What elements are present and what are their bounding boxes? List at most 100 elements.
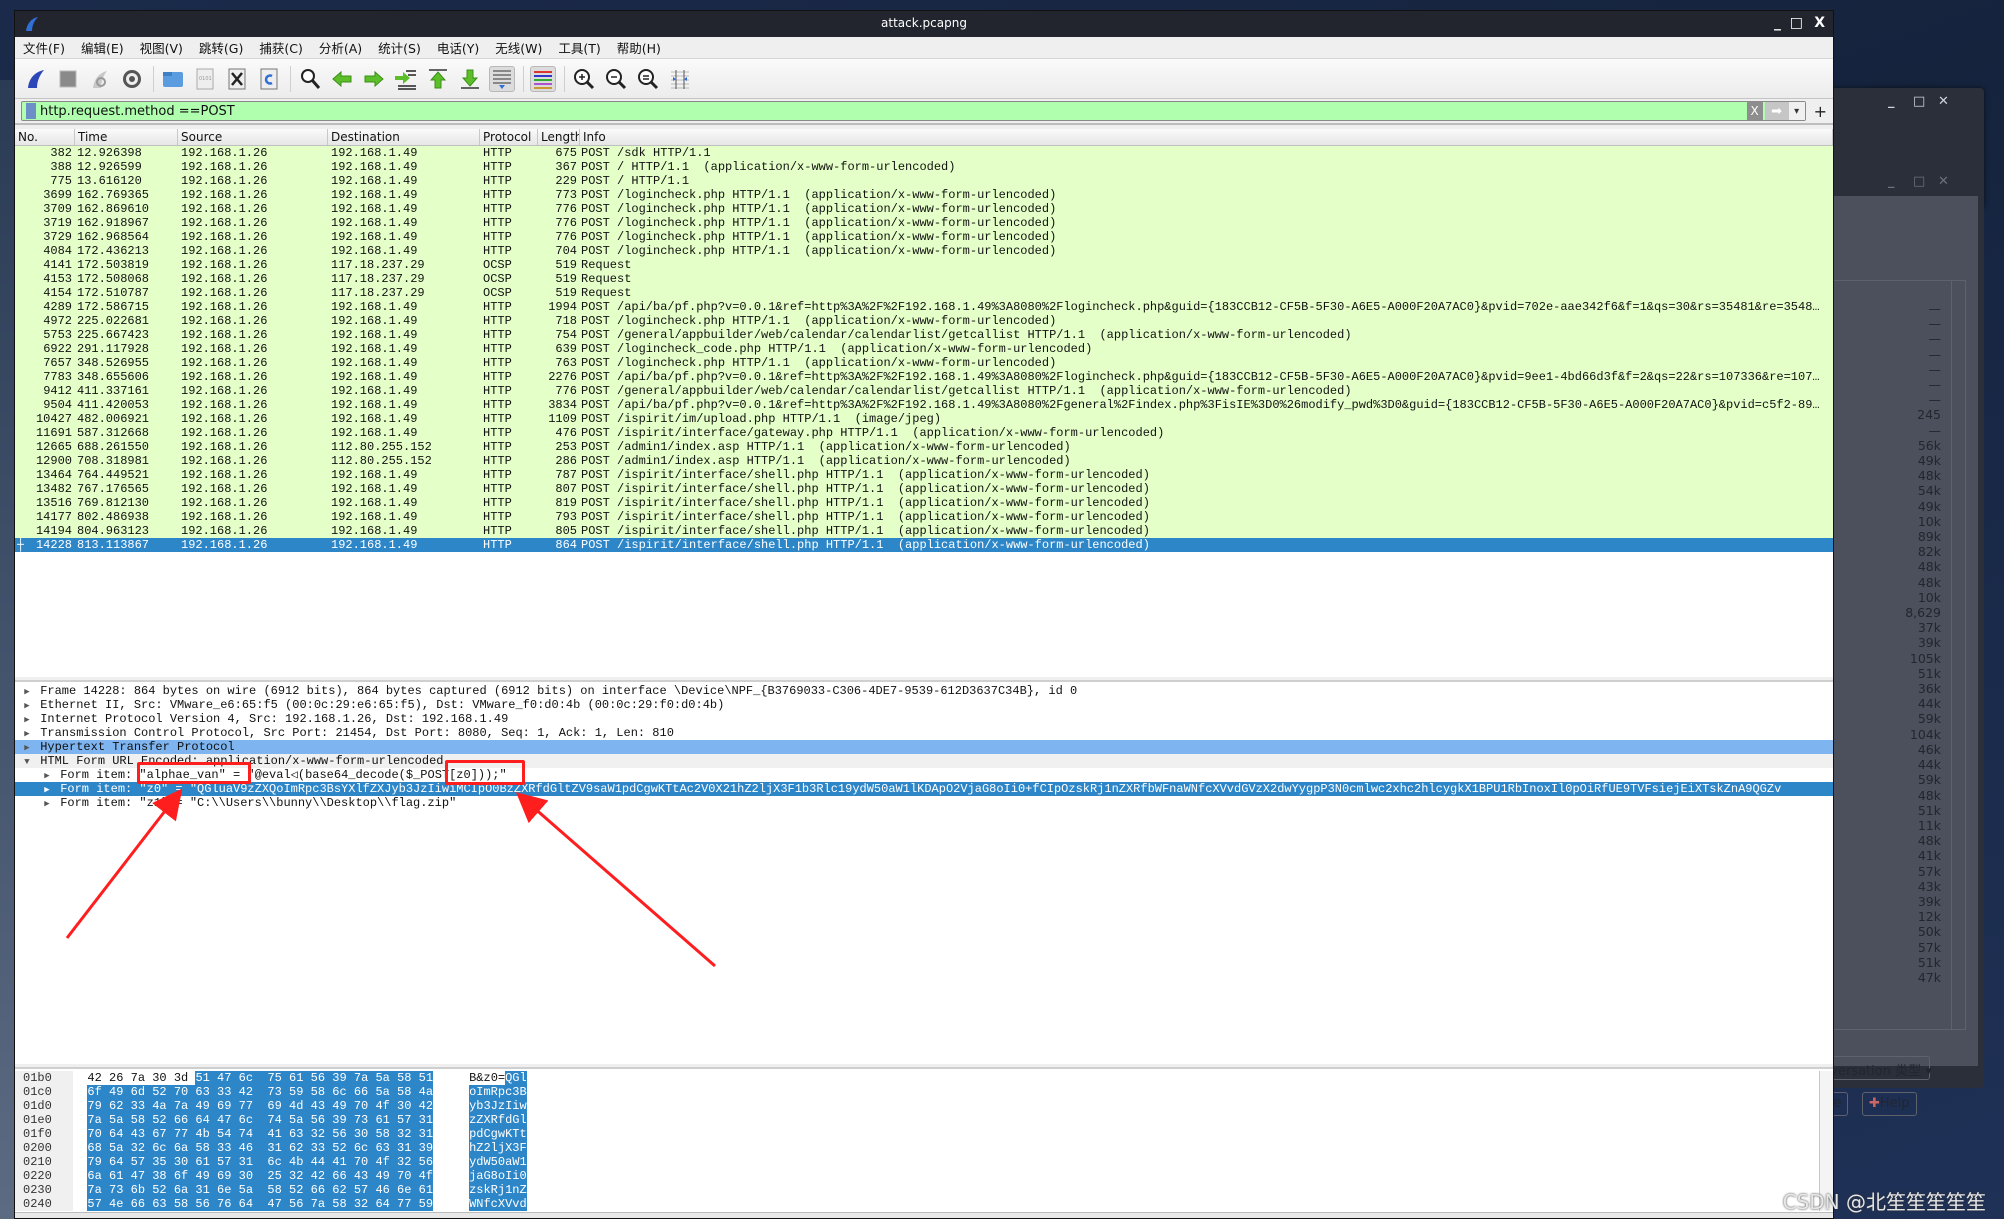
bookmark-icon[interactable] xyxy=(26,103,36,119)
hex-bytes-selected[interactable]: 7a 73 6b 52 6a 31 6e 5a 58 52 66 62 57 4… xyxy=(87,1183,434,1197)
hex-bytes-selected[interactable]: 6a 61 47 38 6f 49 69 30 25 32 42 66 43 4… xyxy=(87,1169,434,1183)
packet-row[interactable]: 14228 813.113867 192.168.1.26 192.168.1.49 H… xyxy=(15,538,1833,552)
hex-offset[interactable]: 01d0 xyxy=(15,1099,73,1113)
go-last-packet-icon[interactable] xyxy=(457,66,483,92)
menu-item[interactable]: 帮助(H) xyxy=(617,38,661,57)
packet-row[interactable]: 7783 348.655606 192.168.1.26 192.168.1.49 HT… xyxy=(15,370,1833,384)
column-header-length[interactable]: Length xyxy=(538,129,580,145)
maximize-button[interactable]: □ xyxy=(1790,15,1803,31)
ascii-selected[interactable]: hZ2ljX3F xyxy=(469,1141,527,1155)
go-back-arrow-icon[interactable] xyxy=(329,66,355,92)
menu-item[interactable]: 视图(V) xyxy=(140,38,183,57)
display-filter-input[interactable] xyxy=(40,103,1747,119)
close-file-icon[interactable] xyxy=(224,66,250,92)
find-magnifier-icon[interactable] xyxy=(297,66,323,92)
hex-offset[interactable]: 0210 xyxy=(15,1155,73,1169)
packet-row[interactable]: 9504 411.420053 192.168.1.26 192.168.1.49 HT… xyxy=(15,398,1833,412)
ascii-selected[interactable]: QGl xyxy=(505,1071,527,1085)
packet-row[interactable]: 5753 225.667423 192.168.1.26 192.168.1.49 HT… xyxy=(15,328,1833,342)
hex-bytes-selected[interactable]: 51 47 6c 75 61 56 39 7a 5a 58 51 xyxy=(195,1071,434,1085)
close-icon[interactable]: ✕ xyxy=(1938,94,1949,109)
ascii-selected[interactable]: oImRpc3B xyxy=(469,1085,527,1099)
packet-row[interactable]: 4289 172.586715 192.168.1.26 192.168.1.49 HT… xyxy=(15,300,1833,314)
open-folder-icon[interactable] xyxy=(160,66,186,92)
help-button[interactable]: ✚Help xyxy=(1862,1092,1917,1116)
hex-bytes-selected[interactable]: 57 4e 66 63 58 56 76 64 47 56 7a 58 32 6… xyxy=(87,1197,434,1211)
menu-item[interactable]: 文件(F) xyxy=(23,38,65,57)
packet-row[interactable]: 4153 172.508068 192.168.1.26 117.18.237.29 O… xyxy=(15,272,1833,286)
packet-row[interactable]: 12900 708.318981 192.168.1.26 112.80.255.15… xyxy=(15,454,1833,468)
packet-row[interactable]: 3729 162.968564 192.168.1.26 192.168.1.49 HT… xyxy=(15,230,1833,244)
packet-row[interactable]: 4084 172.436213 192.168.1.26 192.168.1.49 HT… xyxy=(15,244,1833,258)
hex-offset[interactable]: 01c0 xyxy=(15,1085,73,1099)
resize-columns-icon[interactable] xyxy=(667,66,693,92)
menu-item[interactable]: 电话(Y) xyxy=(437,38,479,57)
hex-bytes-selected[interactable]: 7a 5a 58 52 66 64 47 6c 74 5a 56 39 73 6… xyxy=(87,1113,434,1127)
menu-item[interactable]: 捕获(C) xyxy=(259,38,302,57)
column-header-destination[interactable]: Destination xyxy=(328,129,480,145)
packet-row[interactable]: 4141 172.503819 192.168.1.26 117.18.237.29 O… xyxy=(15,258,1833,272)
column-header-time[interactable]: Time xyxy=(75,129,178,145)
packet-row[interactable]: 13482 767.176565 192.168.1.26 192.168.1.49 H… xyxy=(15,482,1833,496)
packet-row[interactable]: 4972 225.022681 192.168.1.26 192.168.1.49 HT… xyxy=(15,314,1833,328)
menu-item[interactable]: 无线(W) xyxy=(495,38,542,57)
packet-row[interactable]: 7657 348.526955 192.168.1.26 192.168.1.49 HT… xyxy=(15,356,1833,370)
packet-row[interactable]: 6922 291.117928 192.168.1.26 192.168.1.49 HT… xyxy=(15,342,1833,356)
packet-row[interactable]: 10427 482.006921 192.168.1.26 192.168.1.49 H… xyxy=(15,412,1833,426)
menu-item[interactable]: 编辑(E) xyxy=(81,38,124,57)
ascii-selected[interactable]: zskRj1nZ xyxy=(469,1183,527,1197)
ascii-selected[interactable]: jaG8oIi0 xyxy=(469,1169,527,1183)
menu-item[interactable]: 分析(A) xyxy=(319,38,362,57)
menu-item[interactable]: 统计(S) xyxy=(378,38,421,57)
zoom-normal-icon[interactable] xyxy=(635,66,661,92)
autoscroll-icon[interactable] xyxy=(489,65,515,92)
packet-row[interactable]: 382 12.926398 192.168.1.26 192.168.1.49 HTTP… xyxy=(15,146,1833,160)
menu-item[interactable]: 工具(T) xyxy=(558,38,600,57)
restart-capture-icon[interactable] xyxy=(87,66,113,92)
filter-history-dropdown-icon[interactable]: ▾ xyxy=(1788,102,1805,120)
ascii-selected[interactable]: zZXRfdGl xyxy=(469,1113,527,1127)
stop-square-icon[interactable] xyxy=(55,66,81,92)
hex-offset[interactable]: 01e0 xyxy=(15,1113,73,1127)
packet-row[interactable]: 4154 172.510787 192.168.1.26 117.18.237.29 O… xyxy=(15,286,1833,300)
ascii-selected[interactable]: ydW50aW1 xyxy=(469,1155,527,1169)
packet-row[interactable]: 3709 162.869610 192.168.1.26 192.168.1.49 HT… xyxy=(15,202,1833,216)
hex-bytes-plain[interactable]: 42 26 7a 30 3d xyxy=(87,1071,195,1085)
menu-item[interactable]: 跳转(G) xyxy=(199,38,243,57)
packet-row[interactable]: 3719 162.918967 192.168.1.26 192.168.1.49 HT… xyxy=(15,216,1833,230)
packet-row[interactable]: 14194 804.963123 192.168.1.26 192.168.1.49 H… xyxy=(15,524,1833,538)
hex-offset[interactable]: 01f0 xyxy=(15,1127,73,1141)
go-first-packet-icon[interactable] xyxy=(425,66,451,92)
apply-filter-icon[interactable]: ➡ xyxy=(1764,102,1789,120)
ascii-selected[interactable]: yb3JzIiw xyxy=(469,1099,527,1113)
go-forward-arrow-icon[interactable] xyxy=(361,66,387,92)
column-header-info[interactable]: Info xyxy=(580,129,1833,145)
add-filter-button[interactable]: + xyxy=(1814,102,1827,121)
colorize-icon[interactable] xyxy=(530,65,556,92)
packet-row[interactable]: 11691 587.312668 192.168.1.26 192.168.1.49 H… xyxy=(15,426,1833,440)
minimize-icon[interactable]: _ xyxy=(1888,174,1895,189)
hex-offset[interactable]: 0200 xyxy=(15,1141,73,1155)
zoom-out-icon[interactable] xyxy=(603,66,629,92)
zoom-in-icon[interactable] xyxy=(571,66,597,92)
close-icon[interactable]: ✕ xyxy=(1938,174,1949,189)
column-header-no[interactable]: No. xyxy=(15,129,75,145)
hex-offset[interactable]: 0230 xyxy=(15,1183,73,1197)
packet-row[interactable]: 775 13.616120 192.168.1.26 192.168.1.49 HTTP… xyxy=(15,174,1833,188)
packet-row[interactable]: 14177 802.486938 192.168.1.26 192.168.1.49 H… xyxy=(15,510,1833,524)
packet-row[interactable]: 12665 688.261550 192.168.1.26 112.80.255.15… xyxy=(15,440,1833,454)
capture-options-gear-icon[interactable] xyxy=(119,66,145,92)
hex-offset[interactable]: 01b0 xyxy=(15,1071,73,1085)
scrollbar[interactable] xyxy=(1951,281,1965,1029)
maximize-icon[interactable]: □ xyxy=(1913,94,1925,109)
ascii-selected[interactable]: WNfcXVvd xyxy=(469,1197,527,1211)
packet-row[interactable]: 3699 162.769365 192.168.1.26 192.168.1.49 HT… xyxy=(15,188,1833,202)
ascii-plain[interactable]: B&z0= xyxy=(469,1071,505,1085)
hex-bytes-selected[interactable]: 79 64 57 35 30 61 57 31 6c 4b 44 41 70 4… xyxy=(87,1155,434,1169)
hex-bytes-selected[interactable]: 6f 49 6d 52 70 63 33 42 73 59 58 6c 66 5… xyxy=(87,1085,434,1099)
column-header-source[interactable]: Source xyxy=(178,129,328,145)
close-button[interactable]: X xyxy=(1814,15,1825,31)
ascii-selected[interactable]: pdCgwKTt xyxy=(469,1127,527,1141)
packet-row[interactable]: 13464 764.449521 192.168.1.26 192.168.1.49 H… xyxy=(15,468,1833,482)
hex-bytes-selected[interactable]: 68 5a 32 6c 6a 58 33 46 31 62 33 52 6c 6… xyxy=(87,1141,434,1155)
